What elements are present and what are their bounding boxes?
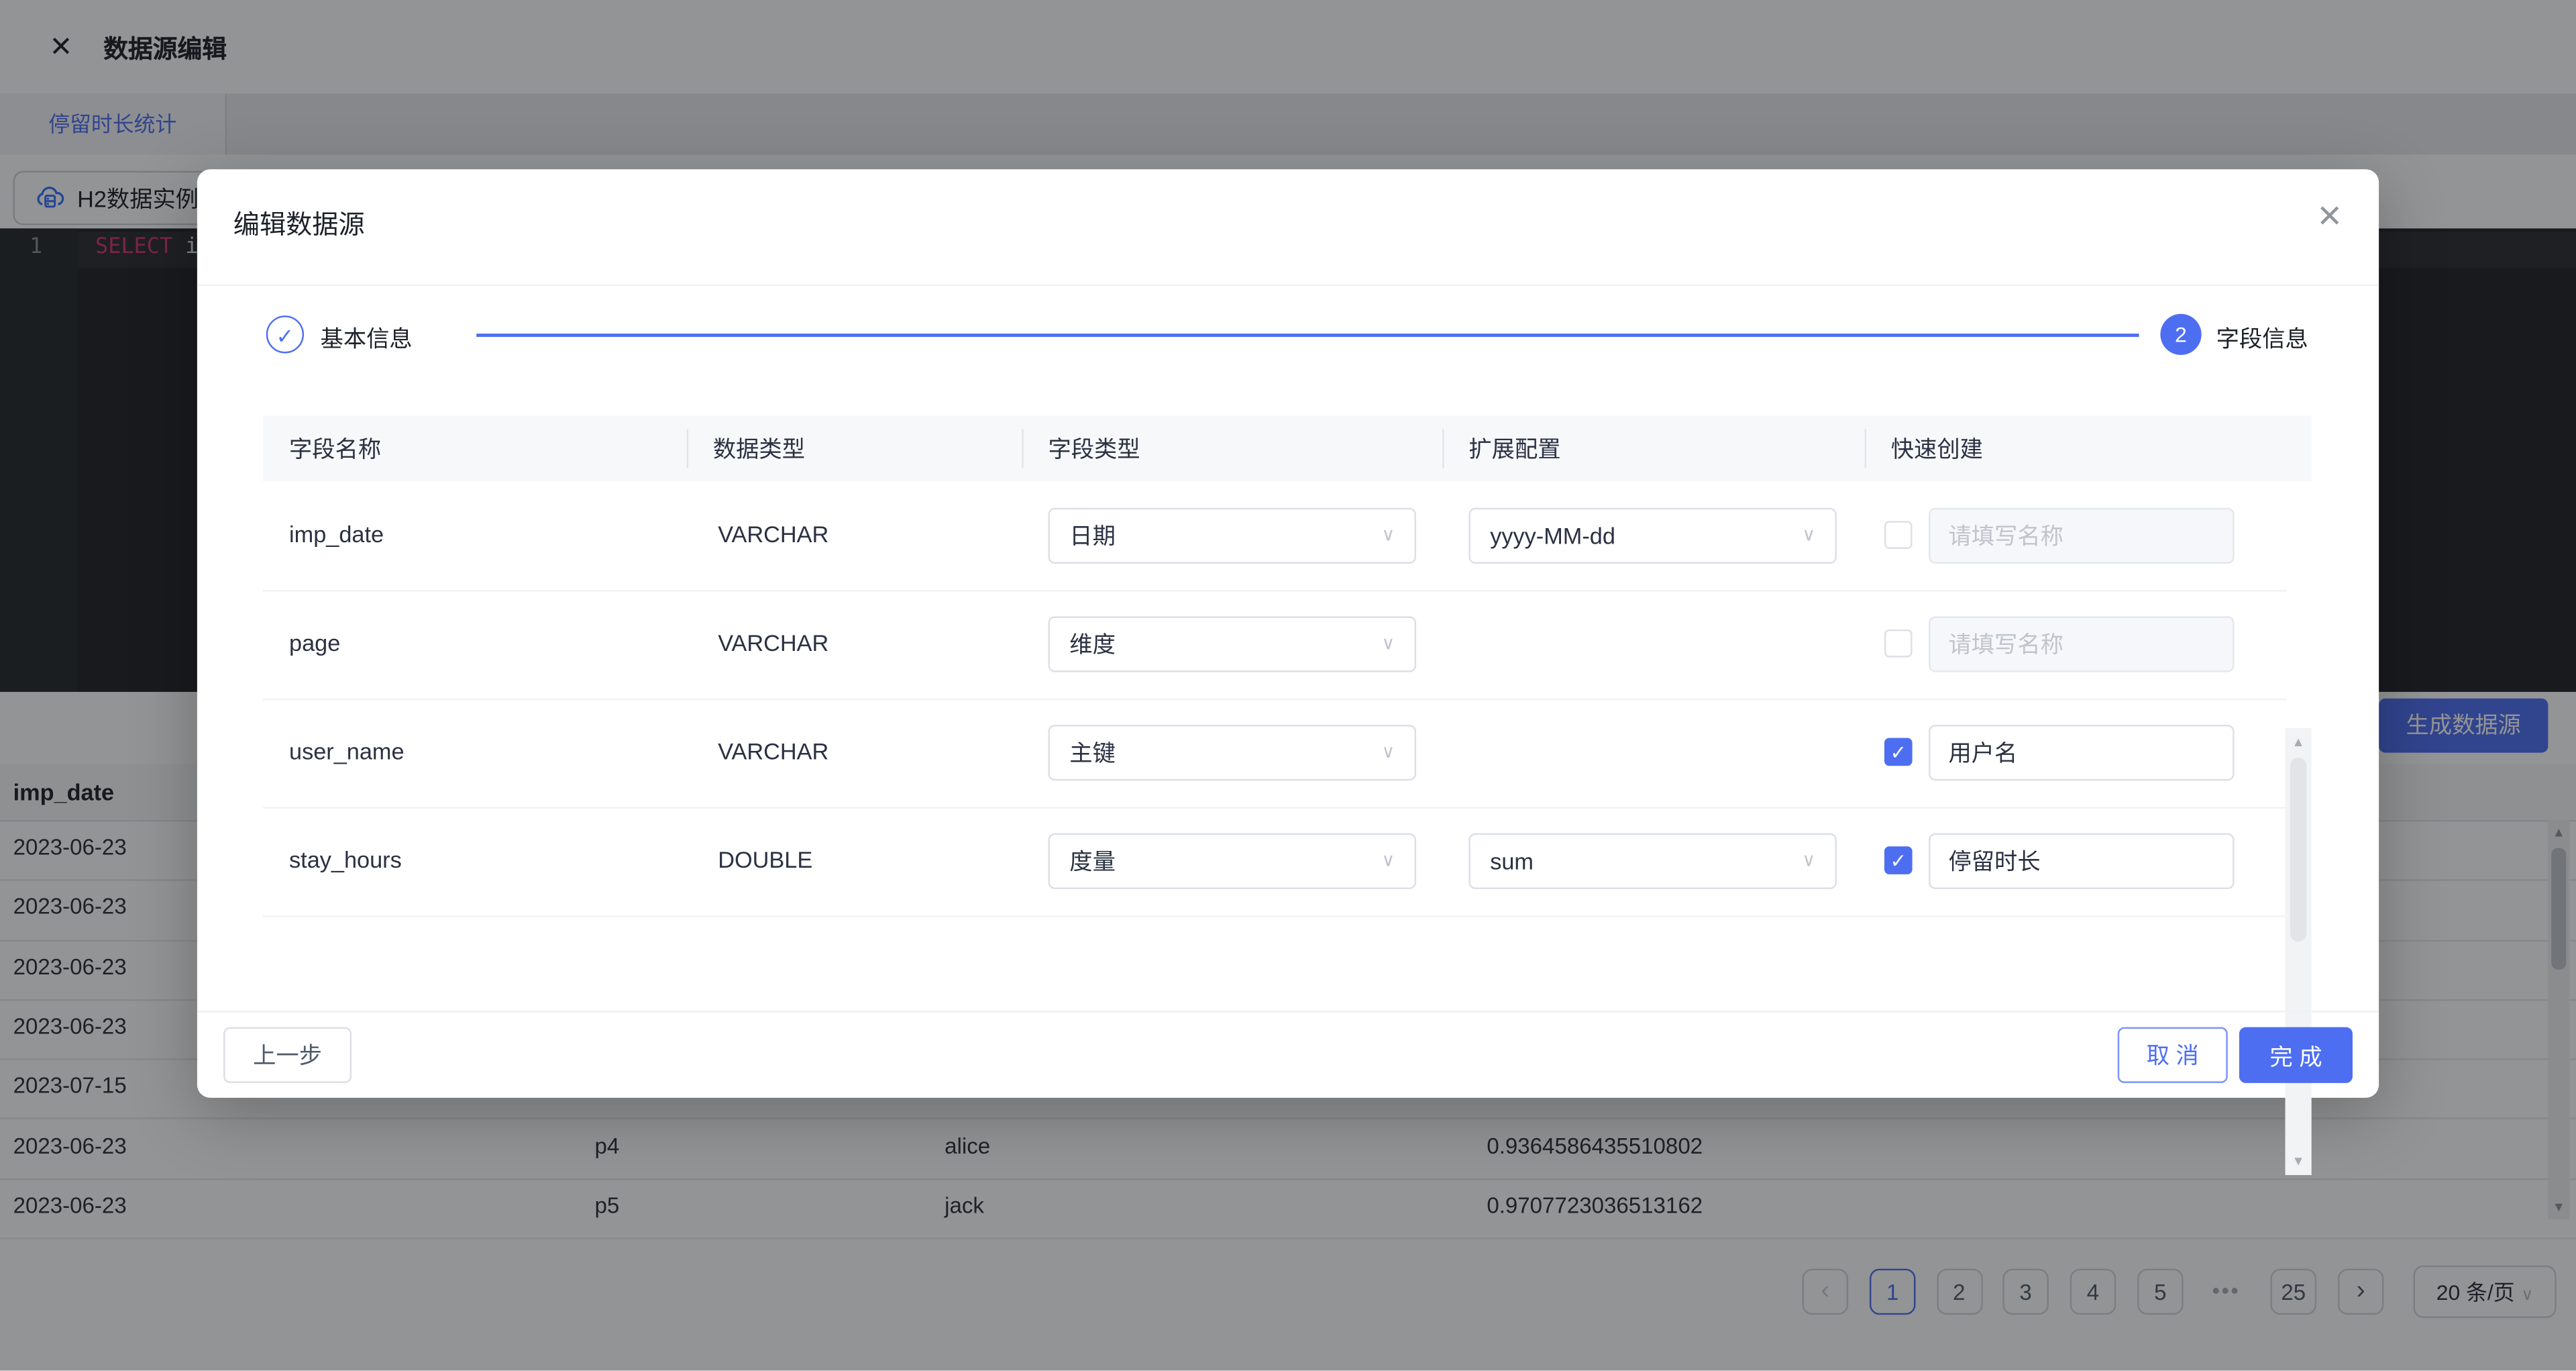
modal-close-icon[interactable]: ✕ xyxy=(2316,199,2343,236)
field-row-user-name: user_name VARCHAR 主键 ∨ ✓ xyxy=(263,699,2287,809)
chevron-down-icon: ∨ xyxy=(1381,618,1395,670)
field-name: stay_hours xyxy=(289,846,402,872)
field-type-select[interactable]: 维度 ∨ xyxy=(1048,616,1416,672)
chevron-down-icon: ∨ xyxy=(1802,835,1815,887)
step2-label: 字段信息 xyxy=(2216,322,2308,355)
field-type-value: 主键 xyxy=(1069,740,1116,766)
quick-create-name-input[interactable] xyxy=(1929,616,2235,672)
cancel-button[interactable]: 取 消 xyxy=(2118,1027,2228,1083)
chevron-down-icon: ∨ xyxy=(1381,509,1395,562)
field-type-select[interactable]: 日期 ∨ xyxy=(1048,508,1416,564)
field-name: page xyxy=(289,629,340,656)
ext-config-select[interactable]: sum ∨ xyxy=(1468,833,1837,889)
field-type-value: 日期 xyxy=(1069,523,1116,549)
modal-footer: 上一步 取 消 完 成 xyxy=(197,1011,2379,1098)
quick-create-checkbox[interactable]: ✓ xyxy=(1884,846,1913,874)
quick-create-name-input[interactable] xyxy=(1929,725,2235,780)
scroll-up-icon[interactable]: ▲ xyxy=(2286,735,2312,750)
field-table-header: 字段名称 数据类型 字段类型 扩展配置 快速创建 xyxy=(263,416,2312,482)
data-type: VARCHAR xyxy=(718,521,828,547)
finish-button[interactable]: 完 成 xyxy=(2239,1027,2353,1083)
field-name: user_name xyxy=(289,738,405,764)
field-name: imp_date xyxy=(289,521,384,547)
ext-config-select[interactable]: yyyy-MM-dd ∨ xyxy=(1468,508,1837,564)
field-type-value: 维度 xyxy=(1069,631,1116,657)
ext-config-value: yyyy-MM-dd xyxy=(1490,523,1615,549)
step1-check-icon: ✓ xyxy=(266,315,304,353)
data-type: VARCHAR xyxy=(718,738,828,764)
edit-datasource-modal: 编辑数据源 ✕ ✓ 基本信息 2 字段信息 字段名称 数据类型 字段类型 扩展配… xyxy=(197,169,2379,1098)
field-type-select[interactable]: 度量 ∨ xyxy=(1048,833,1416,889)
data-type: DOUBLE xyxy=(718,846,812,872)
scroll-down-icon[interactable]: ▼ xyxy=(2286,1154,2312,1168)
step-connector xyxy=(476,334,2139,337)
field-table-body: imp_date VARCHAR 日期 ∨ yyyy-MM-dd ∨ page VA… xyxy=(263,482,2312,929)
chevron-down-icon: ∨ xyxy=(1381,726,1395,778)
quick-create-checkbox[interactable]: ✓ xyxy=(1884,738,1913,766)
field-row-stay-hours: stay_hours DOUBLE 度量 ∨ sum ∨ ✓ xyxy=(263,807,2287,917)
field-row-page: page VARCHAR 维度 ∨ xyxy=(263,590,2287,700)
quick-create-checkbox[interactable] xyxy=(1884,521,1913,549)
scrollbar-thumb[interactable] xyxy=(2290,758,2306,942)
step2-badge: 2 xyxy=(2160,314,2201,355)
header-field-type: 字段类型 xyxy=(1022,416,1140,482)
step1-label: 基本信息 xyxy=(321,322,413,355)
field-table-scrollbar[interactable]: ▲ ▼ xyxy=(2286,728,2312,1175)
quick-create-checkbox[interactable] xyxy=(1884,629,1913,658)
data-type: VARCHAR xyxy=(718,629,828,656)
field-type-select[interactable]: 主键 ∨ xyxy=(1048,725,1416,780)
header-data-type: 数据类型 xyxy=(687,416,805,482)
header-ext-config: 扩展配置 xyxy=(1442,416,1560,482)
field-type-value: 度量 xyxy=(1069,848,1116,874)
header-quick-create: 快速创建 xyxy=(1865,416,1983,482)
quick-create-name-input[interactable] xyxy=(1929,833,2235,889)
prev-step-button[interactable]: 上一步 xyxy=(223,1027,352,1083)
chevron-down-icon: ∨ xyxy=(1802,509,1815,562)
chevron-down-icon: ∨ xyxy=(1381,835,1395,887)
ext-config-value: sum xyxy=(1490,848,1534,874)
modal-header: 编辑数据源 ✕ xyxy=(197,169,2379,286)
modal-title: 编辑数据源 xyxy=(233,202,365,242)
field-table: 字段名称 数据类型 字段类型 扩展配置 快速创建 imp_date VARCHA… xyxy=(263,416,2312,929)
header-field-name: 字段名称 xyxy=(263,416,381,482)
quick-create-name-input[interactable] xyxy=(1929,508,2235,564)
field-row-imp-date: imp_date VARCHAR 日期 ∨ yyyy-MM-dd ∨ xyxy=(263,482,2287,592)
